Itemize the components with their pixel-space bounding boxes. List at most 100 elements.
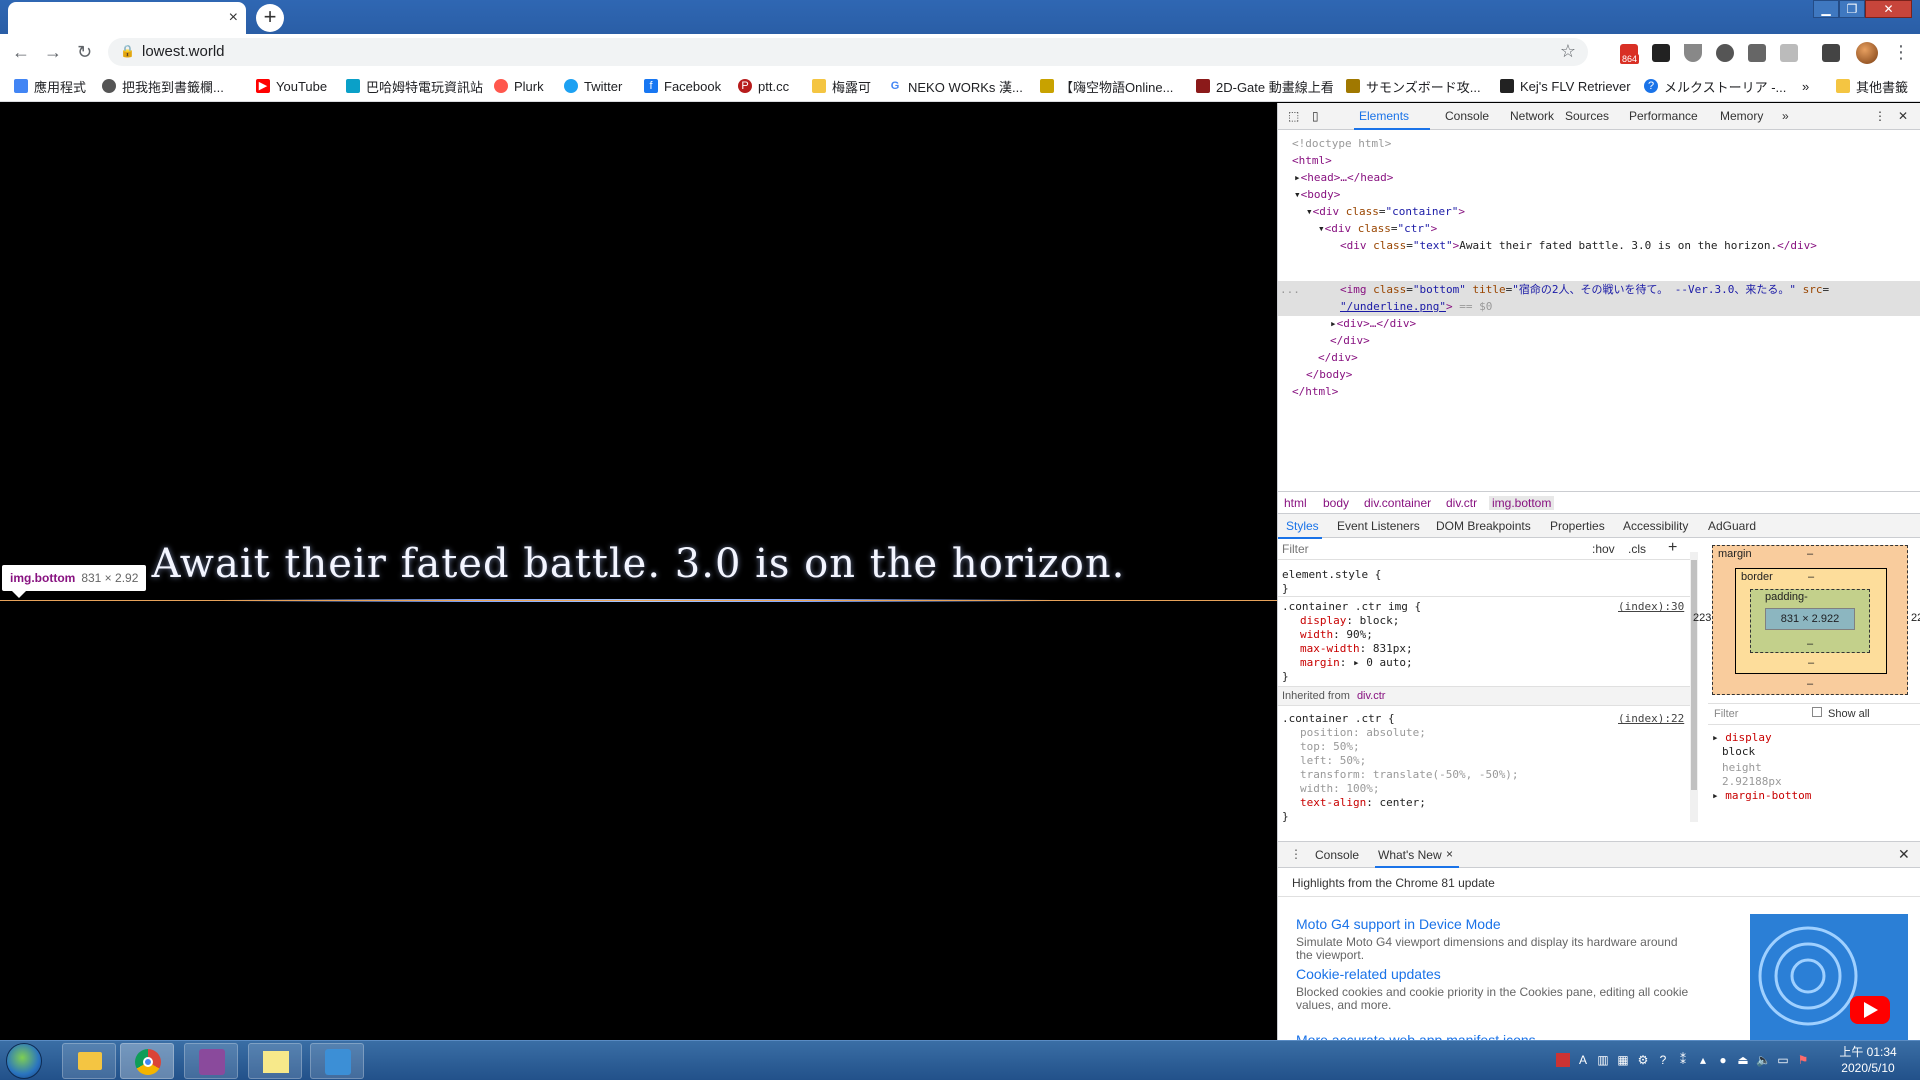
dom-container-row[interactable]: ▾<div class="container">	[1306, 203, 1465, 220]
drawer-close-icon[interactable]: ✕	[1898, 846, 1910, 863]
forward-arrow-icon[interactable]: →	[44, 42, 62, 63]
hover-state-toggle[interactable]: :hov	[1592, 542, 1615, 556]
tab-console[interactable]: Console	[1445, 109, 1489, 123]
ime-keyboard-icon[interactable]: ▦	[1616, 1053, 1630, 1067]
ime-help-icon[interactable]: ?	[1656, 1053, 1670, 1067]
bookmark-youtube[interactable]: ▶ YouTube	[256, 77, 327, 95]
box-model-border[interactable]: border – – padding- – 831 × 2.922	[1735, 568, 1887, 674]
address-bar[interactable]: 🔒 lowest.world ☆	[108, 38, 1588, 66]
tab-accessibility[interactable]: Accessibility	[1623, 519, 1688, 533]
taskbar-notes-app[interactable]	[248, 1043, 302, 1079]
show-all-checkbox[interactable]	[1812, 707, 1822, 717]
tray-app-icon[interactable]	[1556, 1053, 1570, 1067]
inspect-element-icon[interactable]: ⬚	[1288, 109, 1299, 123]
bookmark-summons[interactable]: サモンズボード攻...	[1346, 77, 1481, 95]
rule2-prop-left[interactable]: left: 50%;	[1300, 754, 1366, 768]
box-model-content[interactable]: 831 × 2.922	[1765, 608, 1855, 630]
tab-dom-breakpoints[interactable]: DOM Breakpoints	[1436, 519, 1531, 533]
bookmark-bahamut[interactable]: 巴哈姆特電玩資訊站	[346, 77, 483, 95]
new-style-rule-button[interactable]: +	[1668, 539, 1677, 557]
close-whats-new-icon[interactable]: ×	[1446, 847, 1453, 861]
dom-container-close[interactable]: </div>	[1318, 349, 1358, 366]
drawer-tab-whats-new[interactable]: What's New	[1378, 848, 1442, 862]
tab-properties[interactable]: Properties	[1550, 519, 1605, 533]
rule2-source-link[interactable]: (index):22	[1618, 712, 1684, 726]
rule1-prop-max-width[interactable]: max-width: 831px;	[1300, 642, 1413, 656]
dom-body-close[interactable]: </body>	[1306, 366, 1352, 383]
rule1-prop-margin[interactable]: margin: ▸ 0 auto;	[1300, 656, 1413, 670]
bookmark-folder-merc[interactable]: 梅露可	[812, 77, 871, 95]
rule2-prop-text-align[interactable]: text-align: center;	[1300, 796, 1426, 810]
dom-img-row-cont[interactable]: "/underline.png"> == $0	[1340, 298, 1492, 315]
breadcrumb-html[interactable]: html	[1284, 496, 1307, 510]
taskbar-chrome[interactable]	[120, 1043, 174, 1079]
styles-filter-input[interactable]	[1282, 540, 1522, 558]
breadcrumb-container[interactable]: div.container	[1364, 496, 1431, 510]
rule1-selector[interactable]: .container .ctr img {	[1282, 600, 1421, 614]
bookmark-plurk[interactable]: Plurk	[494, 77, 544, 95]
bookmark-star-icon[interactable]: ☆	[1560, 41, 1576, 62]
computed-height[interactable]: height	[1722, 761, 1762, 775]
rule2-selector[interactable]: .container .ctr {	[1282, 712, 1395, 726]
expand-triangle-icon[interactable]: ▸	[1294, 171, 1301, 184]
bookmark-other-folder[interactable]: 其他書籤	[1836, 77, 1908, 95]
bookmark-game[interactable]: 【嗨空物語Online...	[1040, 77, 1173, 95]
screen-extension-icon[interactable]	[1748, 44, 1766, 62]
inherited-from-link[interactable]: div.ctr	[1357, 690, 1386, 702]
dom-text-row[interactable]: <div class="text">Await their fated batt…	[1340, 237, 1817, 254]
ime-settings-icon[interactable]: ⚙	[1636, 1053, 1650, 1067]
device-toolbar-icon[interactable]: ▯	[1312, 109, 1319, 123]
bookmark-flv-retriever[interactable]: Kej's FLV Retriever	[1500, 77, 1631, 95]
rule2-prop-top[interactable]: top: 50%;	[1300, 740, 1360, 754]
computed-display[interactable]: ▸ display	[1712, 731, 1772, 745]
shield-extension-icon[interactable]	[1684, 44, 1702, 62]
close-window-button[interactable]: ✕	[1865, 0, 1912, 18]
bookmarks-overflow-chevron[interactable]: »	[1802, 77, 1809, 95]
whats-new-video-thumbnail[interactable]	[1750, 914, 1908, 1041]
tab-close-icon[interactable]: ×	[229, 9, 238, 27]
taskbar-explorer[interactable]	[62, 1043, 116, 1079]
collapse-triangle-icon[interactable]: ▾	[1318, 222, 1325, 235]
minimize-button[interactable]: ▁	[1813, 0, 1839, 18]
tabs-overflow-chevron[interactable]: »	[1782, 109, 1789, 123]
dom-html-open[interactable]: <html>	[1292, 152, 1332, 169]
rule2-prop-transform[interactable]: transform: translate(-50%, -50%);	[1300, 768, 1519, 782]
media-queue-icon[interactable]	[1822, 44, 1840, 62]
img-src-link[interactable]: "/underline.png"	[1340, 300, 1446, 313]
dom-head-row[interactable]: ▸<head>…</head>	[1294, 169, 1393, 186]
dom-body-row[interactable]: ▾<body>	[1294, 186, 1340, 203]
extension-icon-2[interactable]	[1652, 44, 1670, 62]
collapse-triangle-icon[interactable]: ▾	[1306, 205, 1313, 218]
play-extension-icon[interactable]	[1780, 44, 1798, 62]
tab-elements[interactable]: Elements	[1359, 109, 1409, 123]
bookmark-facebook[interactable]: f Facebook	[644, 77, 721, 95]
class-toggle[interactable]: .cls	[1628, 542, 1646, 556]
ime-mode-icon[interactable]: ▥	[1596, 1053, 1610, 1067]
chrome-menu-icon[interactable]: ⋮	[1892, 42, 1910, 63]
dom-html-close[interactable]: </html>	[1292, 383, 1338, 400]
browser-tab[interactable]: ×	[8, 2, 246, 34]
back-arrow-icon[interactable]: ←	[12, 42, 30, 63]
tab-sources[interactable]: Sources	[1565, 109, 1609, 123]
devtools-close-icon[interactable]: ✕	[1898, 109, 1908, 123]
tab-memory[interactable]: Memory	[1720, 109, 1763, 123]
tab-adguard[interactable]: AdGuard	[1708, 519, 1756, 533]
bookmark-ptt[interactable]: Pptt.cc	[738, 77, 789, 95]
pin-extension-icon[interactable]	[1716, 44, 1734, 62]
rule1-source-link[interactable]: (index):30	[1618, 600, 1684, 614]
rule2-prop-width[interactable]: width: 100%;	[1300, 782, 1380, 796]
whats-new-item-title[interactable]: Cookie-related updates	[1296, 966, 1441, 982]
tray-expand-icon[interactable]: ▴	[1696, 1053, 1710, 1067]
drawer-menu-icon[interactable]: ⋮	[1290, 847, 1302, 861]
drawer-tab-console[interactable]: Console	[1315, 848, 1359, 862]
bookmark-drag-hint[interactable]: 把我拖到書籤欄...	[102, 77, 224, 95]
breadcrumb-ctr[interactable]: div.ctr	[1446, 496, 1477, 510]
ime-options-icon[interactable]: ⁑	[1676, 1053, 1690, 1067]
dom-img-row[interactable]: <img class="bottom" title="宿命の2人、その戦いを待て…	[1340, 281, 1829, 298]
breadcrumb-body[interactable]: body	[1323, 496, 1349, 510]
reload-icon[interactable]: ↻	[77, 42, 92, 63]
element-style-rule[interactable]: element.style {	[1282, 568, 1381, 582]
bookmark-2dgate[interactable]: 2D-Gate 動畫線上看	[1196, 77, 1334, 95]
url-text[interactable]: lowest.world	[142, 43, 225, 60]
tray-circle-icon[interactable]: ●	[1716, 1053, 1730, 1067]
